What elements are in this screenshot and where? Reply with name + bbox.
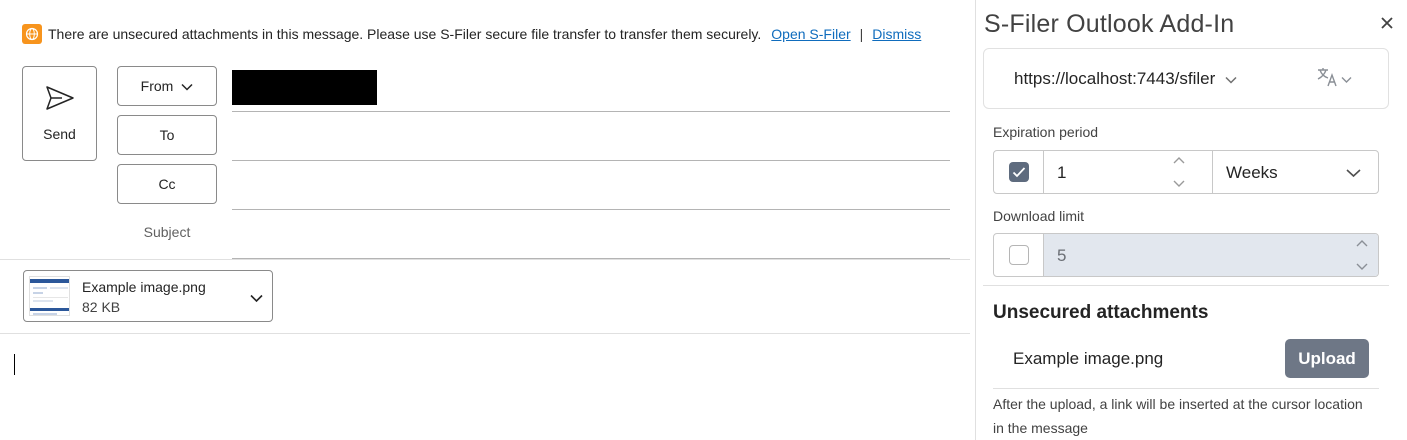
expiration-value: 1 [1057,163,1067,182]
attachment-thumbnail [29,276,70,316]
body-text-cursor[interactable] [14,354,15,375]
cc-button[interactable]: Cc [117,164,217,204]
addin-pane: S-Filer Outlook Add-In https://localhost… [976,0,1407,440]
pane-section-divider [983,285,1389,286]
expiration-unit: Weeks [1226,163,1278,182]
globe-warning-icon [22,24,42,44]
chevron-down-icon [181,78,193,94]
expiration-number-input[interactable]: 1 [1044,151,1212,193]
unsecured-attachments-heading: Unsecured attachments [993,302,1209,323]
from-underline [232,111,950,112]
compose-area: There are unsecured attachments in this … [0,0,975,440]
open-sfiler-link[interactable]: Open S-Filer [771,26,850,42]
language-button[interactable] [1317,67,1352,92]
checkbox-unchecked [1008,245,1029,265]
expiration-label: Expiration period [993,124,1099,140]
spinner-arrows-icon[interactable] [1171,154,1187,190]
attachment-card[interactable]: Example image.png 82 KB [23,270,273,322]
to-input[interactable] [236,124,946,152]
spinner-arrows-icon[interactable] [1354,237,1370,273]
attachments-divider [0,333,970,334]
infobar-message: There are unsecured attachments in this … [48,26,762,42]
to-underline [232,160,950,161]
expiration-field-group: 1 Weeks [993,150,1379,194]
checkbox-checked [1008,162,1029,182]
server-url: https://localhost:7443/sfiler [1014,69,1216,88]
download-limit-label: Download limit [993,208,1085,224]
redacted-sender [232,70,377,105]
cc-label: Cc [158,176,176,192]
attachment-size: 82 KB [82,299,121,315]
send-label: Send [43,126,76,142]
subject-label: Subject [143,224,191,240]
attachment-name: Example image.png [82,279,206,295]
download-limit-field-group: 5 [993,233,1379,277]
unsecured-attachments-infobar: There are unsecured attachments in this … [22,24,921,44]
expiration-checkbox[interactable] [994,151,1044,193]
to-label: To [159,127,175,143]
to-button[interactable]: To [117,115,217,155]
pane-title: S-Filer Outlook Add-In [984,10,1235,38]
cc-input[interactable] [236,173,946,201]
chevron-down-icon [1346,165,1361,183]
send-icon [45,85,75,116]
chevron-down-icon[interactable] [250,290,263,308]
download-limit-number-input[interactable]: 5 [1044,234,1378,276]
unsecured-attachment-name: Example image.png [1013,349,1164,368]
dismiss-link[interactable]: Dismiss [872,26,921,42]
download-limit-checkbox[interactable] [994,234,1044,276]
header-divider [0,259,970,260]
server-selector-box: https://localhost:7443/sfiler [983,48,1389,109]
close-icon[interactable] [1378,14,1396,32]
subject-input[interactable] [236,220,946,250]
infobar-separator: | [859,26,864,42]
upload-button[interactable]: Upload [1285,339,1369,378]
expiration-unit-select[interactable]: Weeks [1212,151,1378,193]
server-url-dropdown[interactable]: https://localhost:7443/sfiler [1014,69,1237,89]
unsecured-row-divider [993,388,1379,389]
from-button[interactable]: From [117,66,217,106]
chevron-down-icon [1225,69,1237,89]
upload-helper-text: After the upload, a link will be inserte… [993,396,1363,436]
from-label: From [140,78,174,94]
download-limit-value: 5 [1057,246,1067,265]
chevron-down-icon [1341,71,1352,89]
translate-icon [1317,67,1339,92]
send-button[interactable]: Send [22,66,97,161]
cc-underline [232,209,950,210]
